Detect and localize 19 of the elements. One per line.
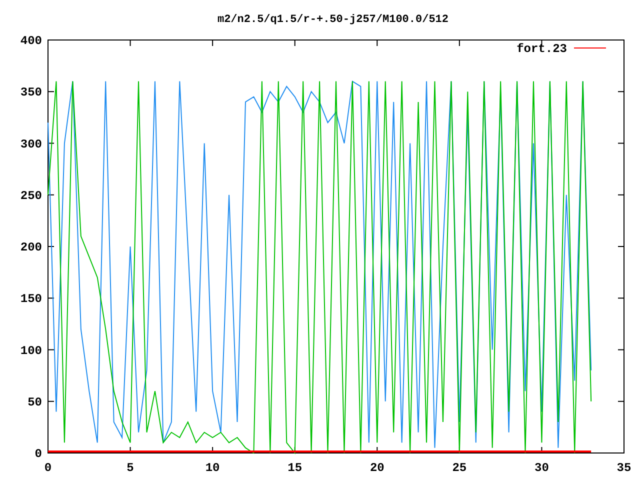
y-tick-label: 350 (20, 86, 42, 100)
x-tick-label: 5 (126, 461, 134, 475)
y-tick-label: 150 (20, 292, 42, 306)
y-tick-label: 400 (20, 34, 42, 48)
x-tick-label: 25 (452, 461, 467, 475)
y-tick-label: 50 (28, 395, 42, 410)
x-tick-label: 20 (370, 461, 384, 475)
legend-label: fort.23 (516, 42, 567, 56)
x-tick-label: 15 (288, 461, 302, 475)
x-tick-label: 10 (205, 461, 220, 475)
y-tick-label: 0 (34, 447, 42, 461)
y-tick-label: 200 (20, 240, 42, 254)
y-tick-label: 250 (20, 188, 42, 203)
y-tick-label: 100 (20, 344, 42, 358)
chart-title: m2/n2.5/q1.5/r-+.50-j257/M100.0/512 (217, 14, 449, 26)
x-tick-label: 0 (44, 461, 52, 475)
x-tick-label: 35 (616, 461, 632, 475)
x-tick-label: 30 (534, 461, 549, 475)
y-tick-label: 300 (20, 137, 42, 152)
